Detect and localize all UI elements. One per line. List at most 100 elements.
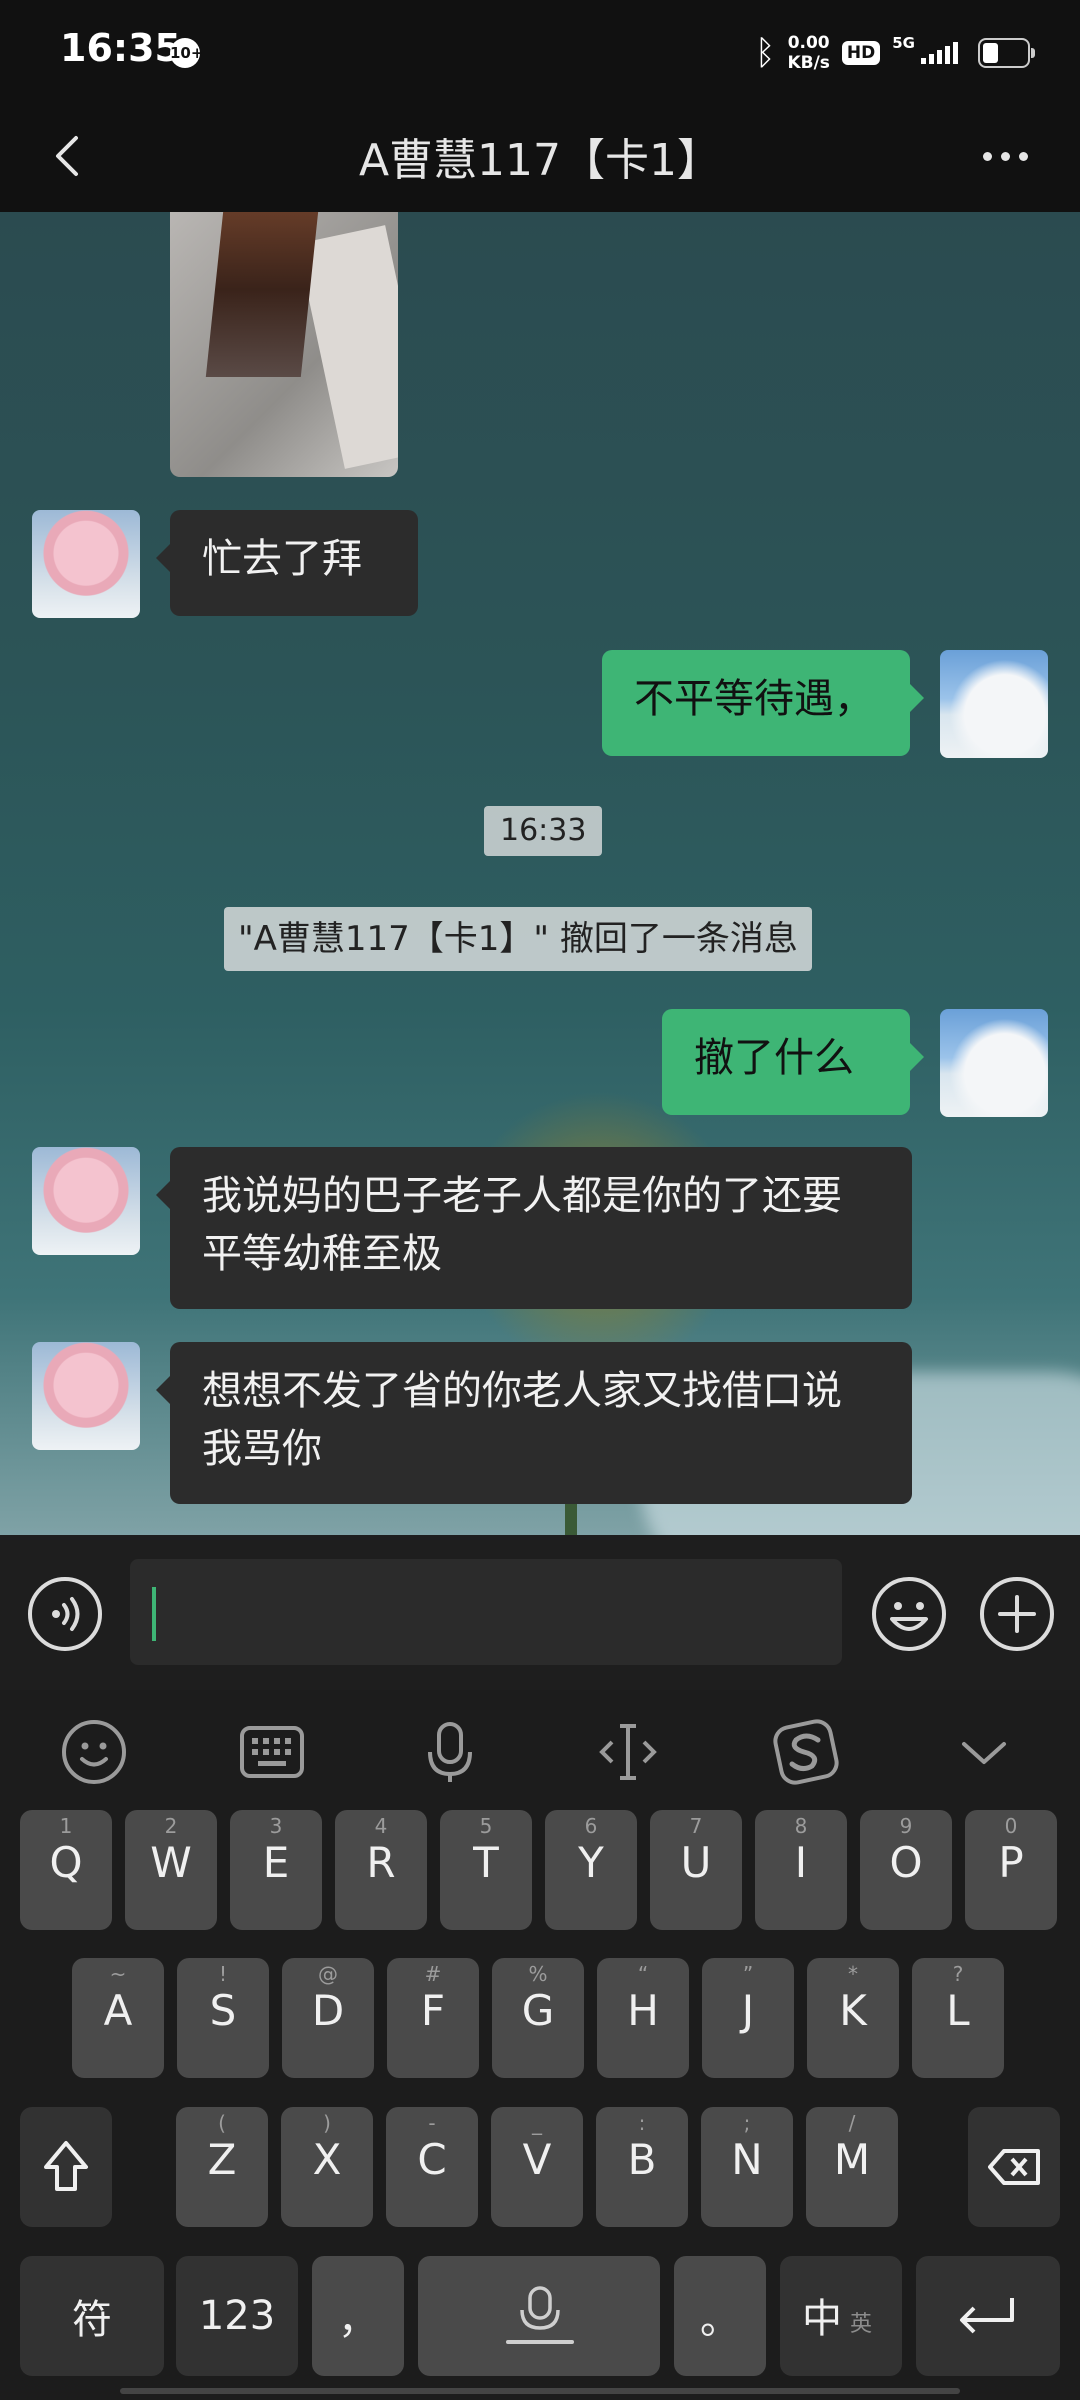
enter-key[interactable] xyxy=(916,2256,1060,2376)
key-hint: 6 xyxy=(584,1814,598,1838)
number-key[interactable]: 123 xyxy=(176,2256,298,2376)
emoji-icon[interactable] xyxy=(870,1575,948,1653)
key-t[interactable]: 5T xyxy=(440,1810,532,1930)
comma-key[interactable]: ， xyxy=(312,2256,404,2376)
microphone-icon[interactable] xyxy=(410,1712,490,1792)
key-label: E xyxy=(262,1838,290,1887)
key-m[interactable]: / M xyxy=(806,2107,898,2227)
network-type: 5G xyxy=(892,34,915,52)
image-message[interactable] xyxy=(170,212,398,477)
key-label: G xyxy=(521,1986,555,2035)
key-w[interactable]: 2W xyxy=(125,1810,217,1930)
key-hint: ! xyxy=(218,1962,228,1986)
chat-area[interactable]: 忙去了拜 不平等待遇， 16:33 "A曹慧117【卡1】" 撤回了一条消息 撤… xyxy=(0,212,1080,1535)
message-bubble-incoming[interactable]: 想想不发了省的你老人家又找借口说我骂你 xyxy=(156,1342,912,1504)
collapse-keyboard-icon[interactable] xyxy=(944,1712,1024,1792)
plus-icon[interactable] xyxy=(978,1575,1056,1653)
notification-badge: 10+ xyxy=(170,38,203,68)
key-f[interactable]: # F xyxy=(387,1958,479,2078)
key-b[interactable]: :B xyxy=(596,2107,688,2227)
message-bubble-outgoing[interactable]: 撤了什么 xyxy=(662,1009,924,1115)
shift-key[interactable] xyxy=(20,2107,112,2227)
key-hint: - xyxy=(428,2111,436,2135)
keyboard-emoji-icon[interactable] xyxy=(54,1712,134,1792)
key-label: J xyxy=(741,1986,755,2035)
key-label: W xyxy=(150,1838,192,1887)
key-p[interactable]: 0P xyxy=(965,1810,1057,1930)
network-speed-value: 0.00 xyxy=(787,33,830,53)
backspace-key[interactable] xyxy=(968,2107,1060,2227)
key-label: O xyxy=(889,1838,923,1887)
key-hint: : xyxy=(638,2111,646,2135)
key-d[interactable]: @ D xyxy=(282,1958,374,2078)
enter-icon xyxy=(960,2298,1014,2334)
key-hint: ? xyxy=(952,1962,964,1986)
more-options-icon[interactable] xyxy=(970,128,1040,184)
key-q[interactable]: 1Q xyxy=(20,1810,112,1930)
language-switch-key[interactable]: 中 英 xyxy=(780,2256,902,2376)
key-label: D xyxy=(311,1986,345,2035)
key-c[interactable]: -C xyxy=(386,2107,478,2227)
cursor-move-icon[interactable] xyxy=(588,1712,668,1792)
chat-title: A曹慧117【卡1】 xyxy=(358,135,722,186)
signal-icon xyxy=(921,42,958,64)
home-indicator[interactable] xyxy=(120,2388,960,2394)
key-g[interactable]: % G xyxy=(492,1958,584,2078)
key-v[interactable]: _ V xyxy=(491,2107,583,2227)
key-e[interactable]: 3E xyxy=(230,1810,322,1930)
key-label: Y xyxy=(578,1838,604,1887)
recall-notice: "A曹慧117【卡1】" 撤回了一条消息 xyxy=(224,907,812,971)
status-time: 16:35 xyxy=(60,26,181,70)
key-hint: # xyxy=(424,1962,442,1986)
contact-avatar[interactable] xyxy=(32,510,140,618)
chat-header: A曹慧117【卡1】 xyxy=(0,100,1080,212)
keyboard-layout-icon[interactable] xyxy=(232,1712,312,1792)
space-voice-icon xyxy=(506,2286,574,2344)
network-speed-unit: KB/s xyxy=(787,53,830,73)
key-k[interactable]: * K xyxy=(807,1958,899,2078)
message-bubble-outgoing[interactable]: 不平等待遇， xyxy=(602,650,924,756)
backspace-icon xyxy=(988,2149,1040,2185)
key-r[interactable]: 4R xyxy=(335,1810,427,1930)
message-timestamp: 16:33 xyxy=(484,806,603,856)
key-hint: 3 xyxy=(269,1814,283,1838)
key-o[interactable]: 9O xyxy=(860,1810,952,1930)
message-input[interactable] xyxy=(130,1559,842,1665)
contact-avatar[interactable] xyxy=(32,1147,140,1255)
symbol-key[interactable]: 符 xyxy=(20,2256,164,2376)
key-j[interactable]: ” J xyxy=(702,1958,794,2078)
key-u[interactable]: 7U xyxy=(650,1810,742,1930)
key-label: X xyxy=(312,2135,342,2184)
my-avatar[interactable] xyxy=(940,1009,1048,1117)
network-speed: 0.00 KB/s xyxy=(787,33,829,73)
my-avatar[interactable] xyxy=(940,650,1048,758)
key-s[interactable]: ! S xyxy=(177,1958,269,2078)
key-label: L xyxy=(946,1986,970,2035)
key-n[interactable]: ; N xyxy=(701,2107,793,2227)
sogou-logo-icon[interactable] xyxy=(766,1712,846,1792)
key-hint: 8 xyxy=(794,1814,808,1838)
key-label: C xyxy=(417,2135,447,2184)
language-key-sub: 英 xyxy=(850,2312,873,2337)
key-a[interactable]: ~ A xyxy=(72,1958,164,2078)
period-key[interactable]: 。 xyxy=(674,2256,766,2376)
key-hint: 9 xyxy=(899,1814,913,1838)
key-y[interactable]: 6Y xyxy=(545,1810,637,1930)
comma-key-label: ， xyxy=(338,2297,378,2343)
key-i[interactable]: 8I xyxy=(755,1810,847,1930)
space-key[interactable] xyxy=(418,2256,660,2376)
voice-input-icon[interactable] xyxy=(26,1575,104,1653)
contact-avatar[interactable] xyxy=(32,1342,140,1450)
status-icons: ᛒ 0.00 KB/s HD 5G xyxy=(755,28,1035,78)
key-x[interactable]: ) X xyxy=(281,2107,373,2227)
key-label: T xyxy=(473,1838,499,1887)
key-z[interactable]: (Z xyxy=(176,2107,268,2227)
battery-icon xyxy=(978,38,1035,68)
key-hint: ( xyxy=(218,2111,226,2135)
key-label: U xyxy=(680,1838,712,1887)
message-bubble-incoming[interactable]: 我说妈的巴子老子人都是你的了还要平等幼稚至极 xyxy=(156,1147,912,1309)
key-h[interactable]: “H xyxy=(597,1958,689,2078)
message-bubble-incoming[interactable]: 忙去了拜 xyxy=(156,510,418,616)
key-l[interactable]: ? L xyxy=(912,1958,1004,2078)
key-label: N xyxy=(731,2135,763,2184)
